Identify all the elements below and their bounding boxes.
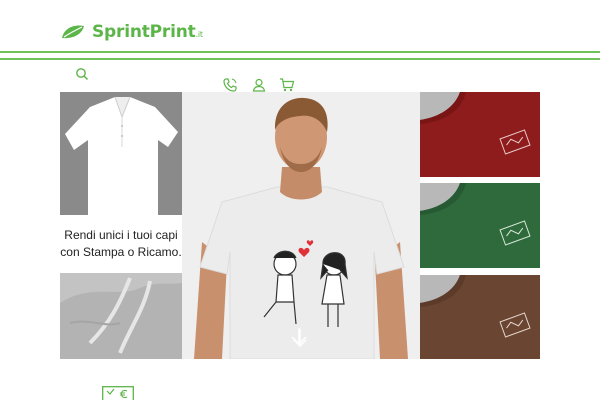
green-sweater-image[interactable] bbox=[420, 183, 540, 268]
price-list-icon[interactable] bbox=[102, 386, 134, 400]
brand-logo[interactable]: SprintPrint.it bbox=[60, 22, 203, 42]
brown-sweater-image[interactable] bbox=[420, 275, 540, 359]
user-icon[interactable] bbox=[251, 77, 267, 93]
leaf-logo-icon bbox=[60, 24, 86, 40]
promo-banner: Rendi unici i tuoi capi con Stampa o Ric… bbox=[60, 215, 182, 273]
phone-icon[interactable] bbox=[222, 77, 238, 93]
brand-name: SprintPrint.it bbox=[92, 22, 203, 42]
scroll-down-icon[interactable] bbox=[292, 328, 308, 348]
hoodie-image[interactable] bbox=[60, 273, 182, 359]
cart-icon[interactable] bbox=[279, 77, 295, 93]
brand-name-text: SprintPrint bbox=[92, 22, 196, 42]
hero-model-image[interactable] bbox=[182, 92, 420, 359]
swatch-divider bbox=[420, 268, 540, 275]
polo-shirt-image[interactable] bbox=[60, 92, 182, 215]
promo-line-1: Rendi unici i tuoi capi bbox=[64, 228, 178, 242]
header-rule-top bbox=[0, 51, 600, 53]
header-rule-bottom bbox=[0, 58, 600, 60]
promo-line-2: con Stampa o Ricamo. bbox=[60, 245, 182, 259]
red-sweater-image[interactable] bbox=[420, 92, 540, 177]
search-icon[interactable] bbox=[75, 67, 89, 81]
brand-tld: .it bbox=[195, 30, 204, 39]
